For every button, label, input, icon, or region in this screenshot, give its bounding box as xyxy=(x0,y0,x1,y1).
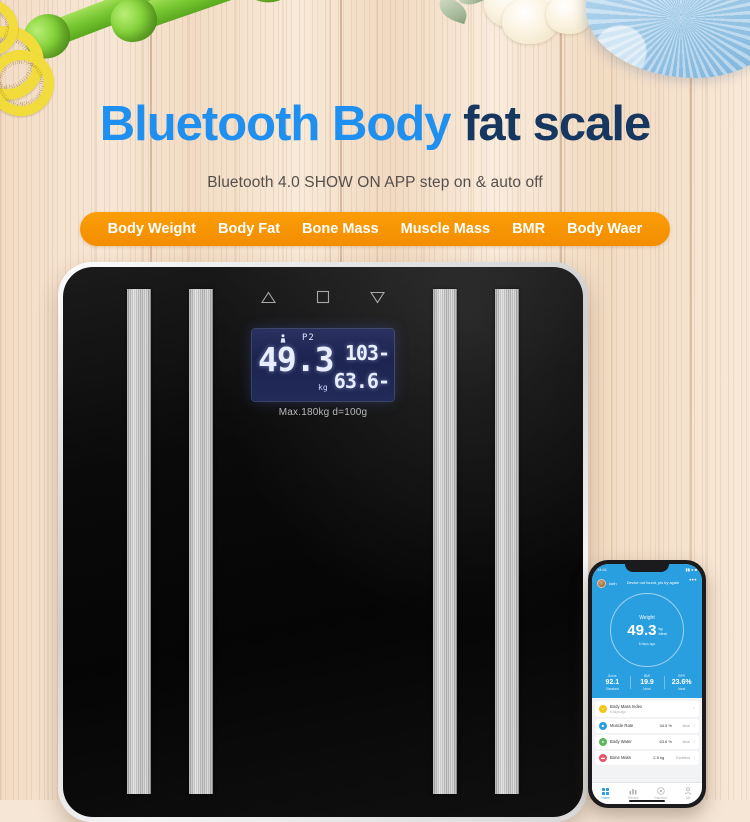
feature-bar: Body Weight Body Fat Bone Mass Muscle Ma… xyxy=(80,212,670,246)
metric-name: Bone Mass xyxy=(610,755,631,760)
metric-name: Muscle Rate xyxy=(610,723,634,728)
feature-item: Muscle Mass xyxy=(400,221,491,237)
metric-tag: Ideal xyxy=(682,723,690,728)
triangle-down-icon xyxy=(370,291,385,304)
muscle-icon: ■ xyxy=(599,721,607,730)
page-title: Bluetooth Body fat scale xyxy=(0,96,750,152)
feature-item: Bone Mass xyxy=(302,221,379,237)
stat-key: Score xyxy=(608,674,617,678)
lcd-reading-bottom: 63.6- xyxy=(333,369,390,393)
stat-bfr[interactable]: BFR 23.6% Ideal xyxy=(664,674,699,691)
app-screen: 14:41 ▮▮ ● ■ kuth Device not found, pls … xyxy=(592,564,702,804)
list-item[interactable]: ● Body Water 63.6 % Ideal › xyxy=(595,734,699,749)
bmi-icon: ○ xyxy=(599,704,607,713)
device-status-message: Device not found, pls try again xyxy=(626,580,680,585)
lcd-reading-top: 103- xyxy=(344,341,390,365)
metric-sub: 6 days ago xyxy=(610,709,626,714)
electrode-strip xyxy=(433,289,457,794)
stat-value: 92.1 xyxy=(605,679,620,686)
headline-secondary: fat scale xyxy=(463,97,651,151)
chevron-right-icon[interactable]: › xyxy=(694,755,695,760)
triangle-up-icon xyxy=(261,290,276,303)
stat-value: 19.9 xyxy=(640,679,654,686)
feature-item: Body Fat xyxy=(218,221,281,237)
tab-home[interactable]: Home xyxy=(592,787,620,800)
feature-item: Body Waer xyxy=(567,221,643,237)
person-icon xyxy=(675,787,703,796)
app-header: kuth Device not found, pls try again ••• xyxy=(592,575,702,588)
weight-label: Weight xyxy=(639,614,655,621)
stat-tag: Ideal xyxy=(643,687,651,691)
status-time: 14:41 xyxy=(597,567,608,572)
electrode-strip xyxy=(189,289,213,794)
weight-timestamp: 6 days ago xyxy=(638,641,656,646)
feature-item: Body Weight xyxy=(107,221,197,237)
metric-tag: Ideal xyxy=(682,739,690,744)
metric-tag: Excellent xyxy=(676,755,690,760)
bone-icon: ▬ xyxy=(599,753,607,762)
weight-hero-section: Weight 49.3 kg Ideal 6 days ago xyxy=(592,588,702,674)
lcd-weight-unit: kg xyxy=(318,383,328,392)
app-username: kuth xyxy=(609,581,617,586)
body-fat-scale: P2 49.3 kg 103- 63.6- Max.180kg d=100g xyxy=(58,262,588,822)
scale-glass-surface: P2 49.3 kg 103- 63.6- Max.180kg d=100g xyxy=(63,267,583,817)
list-item[interactable]: ▬ Bone Mass 2.5 kg Excellent › xyxy=(595,750,699,765)
compass-icon xyxy=(647,787,675,796)
metric-value: 63.6 % xyxy=(659,739,672,744)
more-options-icon[interactable]: ••• xyxy=(689,578,697,584)
metric-value: 2.5 kg xyxy=(653,755,665,760)
home-grid-icon xyxy=(592,787,620,796)
stat-bmi[interactable]: BMI 19.9 Ideal xyxy=(629,674,665,691)
status-icons: ▮▮ ● ■ xyxy=(685,567,697,572)
stat-tag: Ideal xyxy=(678,687,686,691)
list-item[interactable]: ○ Body Mass Index 6 days ago ^ xyxy=(595,701,699,717)
weight-ring: Weight 49.3 kg Ideal 6 days ago xyxy=(610,593,684,667)
stat-value: 23.6% xyxy=(671,679,692,686)
metric-name: Body Water xyxy=(610,739,632,744)
chevron-right-icon[interactable]: › xyxy=(694,739,695,744)
water-icon: ● xyxy=(599,737,607,746)
lcd-display: P2 49.3 kg 103- 63.6- xyxy=(252,329,394,401)
smartphone-mockup: 14:41 ▮▮ ● ■ kuth Device not found, pls … xyxy=(588,560,706,808)
subtitle: Bluetooth 4.0 SHOW ON APP step on & auto… xyxy=(207,174,543,191)
headline-primary: Bluetooth Body xyxy=(99,97,452,151)
stat-score[interactable]: Score 92.1 Standard xyxy=(595,674,630,691)
phone-notch xyxy=(625,564,669,572)
tab-discover[interactable]: Discover xyxy=(647,787,675,800)
electrode-strip xyxy=(495,289,519,794)
list-item[interactable]: ■ Muscle Rate 34.5 % Ideal › xyxy=(595,718,699,733)
feature-item: BMR xyxy=(512,221,546,237)
scale-indicator-row xyxy=(63,287,583,307)
home-indicator-bar xyxy=(629,800,665,802)
chevron-up-icon[interactable]: ^ xyxy=(693,706,695,711)
stat-key: BFR xyxy=(678,674,685,678)
avatar[interactable] xyxy=(597,579,606,588)
metric-name: Body Mass Index xyxy=(610,704,643,709)
tab-me[interactable]: Me xyxy=(675,787,703,800)
weight-value: 49.3 xyxy=(627,621,657,639)
stat-key: BMI xyxy=(644,674,650,678)
weight-rating: Ideal xyxy=(658,631,667,636)
square-icon xyxy=(316,290,330,304)
stat-tag: Standard xyxy=(605,687,620,691)
stats-row: Score 92.1 Standard BMI 19.9 Ideal BFR 2… xyxy=(592,674,702,698)
chevron-right-icon[interactable]: › xyxy=(694,723,695,728)
lcd-weight-value: 49.3 xyxy=(258,340,334,379)
electrode-strip xyxy=(127,289,151,794)
metrics-list: ○ Body Mass Index 6 days ago ^ ■ Muscle … xyxy=(592,698,702,770)
chart-bars-icon xyxy=(620,787,648,796)
scale-capacity-label: Max.180kg d=100g xyxy=(278,407,368,418)
metric-value: 34.5 % xyxy=(659,723,672,728)
tab-record[interactable]: Record xyxy=(620,787,648,800)
